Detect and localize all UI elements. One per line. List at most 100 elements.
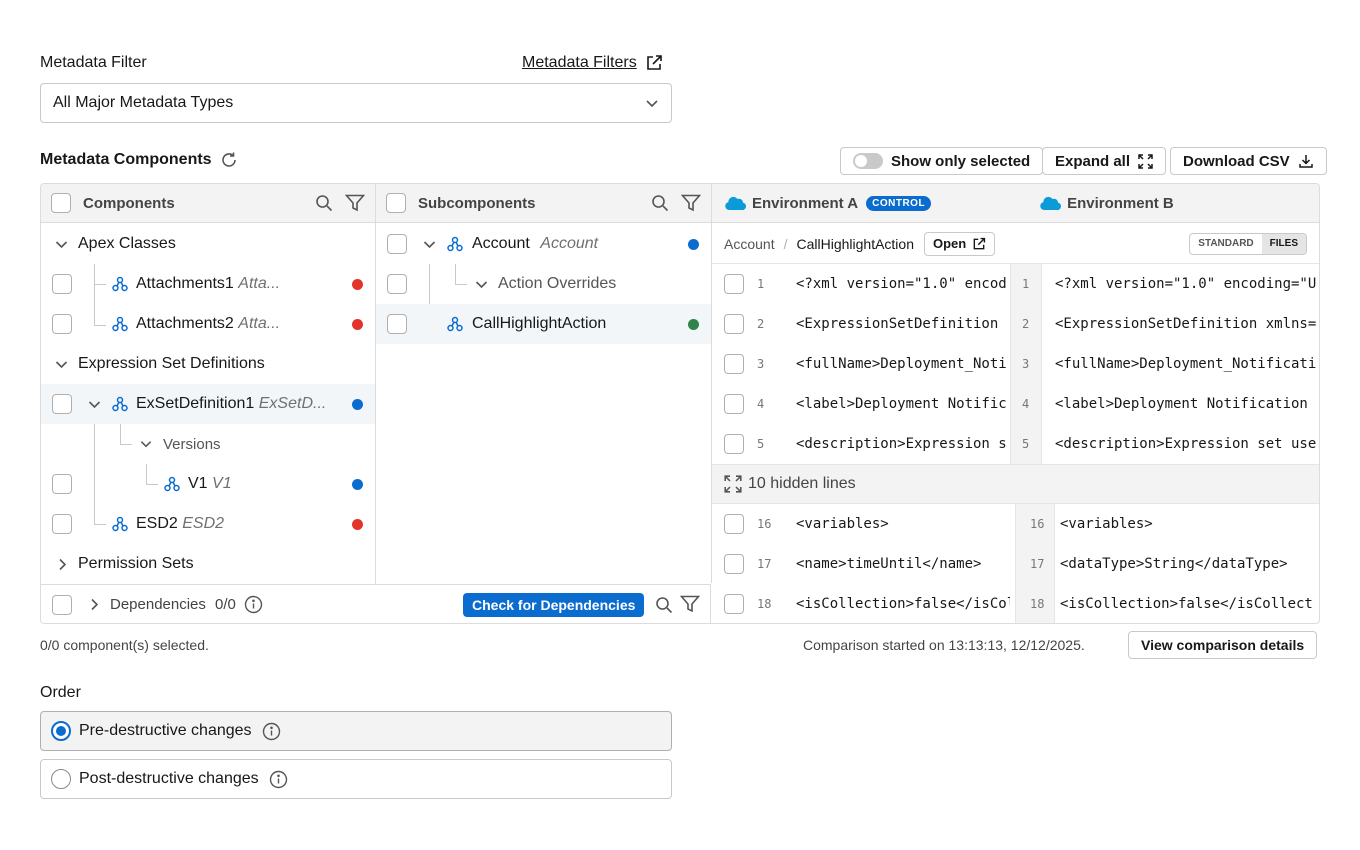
component-subname: ExSetD... <box>258 395 327 412</box>
diff-line-row[interactable]: 3 <fullName>Deployment_Noti 3 <fullName>Dep… <box>712 344 1319 384</box>
code-right: <dataType>String</dataType> <box>1060 556 1288 572</box>
dependencies-checkbox[interactable] <box>52 595 72 615</box>
status-dot-blue <box>352 398 363 410</box>
code-left: <variables> <box>796 516 889 532</box>
component-row[interactable]: Attachments2 Atta... <box>41 304 375 344</box>
chevron-down-icon[interactable] <box>140 438 152 450</box>
select-all-components-checkbox[interactable] <box>51 193 71 213</box>
diff-line-row[interactable]: 17 <name>timeUntil</name> 17 <dataType>Stri… <box>712 544 1319 584</box>
metadata-filters-link[interactable]: Metadata Filters <box>522 54 663 72</box>
group-label: Expression Set Definitions <box>78 355 265 372</box>
subcomponent-row-selected[interactable]: CallHighlightAction <box>376 304 711 344</box>
environment-a-label: Environment A <box>752 194 859 212</box>
expand-icon[interactable] <box>724 475 742 493</box>
info-icon[interactable] <box>262 722 281 741</box>
diff-line-row[interactable]: 16 <variables> 16 <variables> <box>712 504 1319 544</box>
view-files[interactable]: FILES <box>1261 233 1306 254</box>
external-link-icon <box>645 54 663 72</box>
line-checkbox[interactable] <box>724 554 744 574</box>
hidden-lines-bar[interactable]: 10 hidden lines <box>712 464 1319 504</box>
group-label: Apex Classes <box>78 235 176 252</box>
radio-button[interactable] <box>51 769 71 789</box>
subcomponent-row[interactable]: Action Overrides <box>376 264 711 304</box>
download-csv-button[interactable]: Download CSV <box>1170 147 1327 175</box>
search-icon[interactable] <box>655 596 673 614</box>
refresh-icon[interactable] <box>220 151 238 169</box>
line-checkbox[interactable] <box>724 594 744 614</box>
breadcrumb-separator: / <box>783 235 788 252</box>
line-number-right: 16 <box>1030 517 1045 531</box>
view-standard[interactable]: STANDARD <box>1190 234 1261 254</box>
group-apex-classes[interactable]: Apex Classes <box>41 224 375 264</box>
chevron-down-icon[interactable] <box>423 238 436 251</box>
subcomponent-row[interactable]: Account Account <box>376 224 711 264</box>
chevron-down-icon[interactable] <box>55 358 68 371</box>
component-checkbox[interactable] <box>52 274 72 294</box>
component-checkbox[interactable] <box>52 394 72 414</box>
search-icon[interactable] <box>651 194 669 212</box>
info-icon[interactable] <box>269 770 288 789</box>
group-permission-sets[interactable]: Permission Sets <box>41 544 375 584</box>
line-checkbox[interactable] <box>724 274 744 294</box>
chevron-down-icon[interactable] <box>55 238 68 251</box>
chevron-down-icon[interactable] <box>88 398 101 411</box>
subcomponent-checkbox[interactable] <box>387 234 407 254</box>
chevron-right-icon[interactable] <box>88 598 101 611</box>
filter-icon[interactable] <box>681 194 701 212</box>
component-row[interactable]: V1 V1 <box>41 464 375 504</box>
diff-pane: Environment A CONTROL Environment B Acco… <box>712 184 1319 623</box>
diff-line-row[interactable]: 5 <description>Expression s 5 <description>… <box>712 424 1319 464</box>
metadata-type-select[interactable]: All Major Metadata Types <box>40 83 672 123</box>
view-mode-toggle[interactable]: STANDARD FILES <box>1189 232 1307 255</box>
component-checkbox[interactable] <box>52 314 72 334</box>
diff-line-row[interactable]: 18 <isCollection>false</isCol 18 <isCollect… <box>712 584 1319 623</box>
radio-option-pre-destructive[interactable]: Pre-destructive changes <box>40 711 672 751</box>
line-checkbox[interactable] <box>724 514 744 534</box>
line-checkbox[interactable] <box>724 434 744 454</box>
breadcrumb-item: CallHighlightAction <box>796 235 914 252</box>
select-all-subcomponents-checkbox[interactable] <box>386 193 406 213</box>
code-right: <isCollection>false</isCollect <box>1060 596 1313 612</box>
diff-line-row[interactable]: 4 <label>Deployment Notific 4 <label>Deploy… <box>712 384 1319 424</box>
subcomponent-name: Account <box>472 235 530 252</box>
show-only-selected-toggle[interactable]: Show only selected <box>840 147 1044 175</box>
line-checkbox[interactable] <box>724 314 744 334</box>
subcomponent-checkbox[interactable] <box>387 274 407 294</box>
open-button[interactable]: Open <box>924 231 996 256</box>
component-checkbox[interactable] <box>52 514 72 534</box>
diff-line-row[interactable]: 2 <ExpressionSetDefinition 2 <ExpressionSe… <box>712 304 1319 344</box>
component-name: ExSetDefinition1 <box>136 395 255 412</box>
code-right: <label>Deployment Notification <box>1055 396 1308 412</box>
component-type-icon <box>447 236 463 252</box>
download-csv-label: Download CSV <box>1183 152 1290 170</box>
code-left: <fullName>Deployment_Noti <box>796 356 1007 372</box>
versions-node[interactable]: Versions <box>41 424 375 464</box>
check-dependencies-button[interactable]: Check for Dependencies <box>463 593 645 617</box>
radio-button[interactable] <box>51 721 71 741</box>
line-number-right: 5 <box>1022 437 1030 451</box>
code-left: <isCollection>false</isCol <box>796 596 1010 612</box>
search-icon[interactable] <box>315 194 333 212</box>
component-row[interactable]: Attachments1 Atta... <box>41 264 375 304</box>
line-checkbox[interactable] <box>724 354 744 374</box>
component-row[interactable]: ESD2 ESD2 <box>41 504 375 544</box>
chevron-right-icon[interactable] <box>56 558 69 571</box>
expand-all-button[interactable]: Expand all <box>1042 147 1167 175</box>
toggle-switch[interactable] <box>853 153 883 169</box>
group-expression-set-definitions[interactable]: Expression Set Definitions <box>41 344 375 384</box>
chevron-down-icon[interactable] <box>475 278 488 291</box>
code-right: <ExpressionSetDefinition xmlns= <box>1055 316 1317 332</box>
breadcrumb-item[interactable]: Account <box>724 236 775 252</box>
component-checkbox[interactable] <box>52 474 72 494</box>
component-row-selected[interactable]: ExSetDefinition1 ExSetD... <box>41 384 375 424</box>
line-checkbox[interactable] <box>724 394 744 414</box>
status-dot-blue <box>688 238 699 250</box>
filter-icon[interactable] <box>680 595 700 613</box>
diff-line-row[interactable]: 1 <?xml version="1.0" encod 1 <?xml version… <box>712 264 1319 304</box>
filter-icon[interactable] <box>345 194 365 212</box>
radio-option-post-destructive[interactable]: Post-destructive changes <box>40 759 672 799</box>
info-icon[interactable] <box>244 595 263 614</box>
view-comparison-details-button[interactable]: View comparison details <box>1128 631 1318 659</box>
subcomponent-checkbox[interactable] <box>387 314 407 334</box>
component-subname: ESD2 <box>182 515 225 532</box>
